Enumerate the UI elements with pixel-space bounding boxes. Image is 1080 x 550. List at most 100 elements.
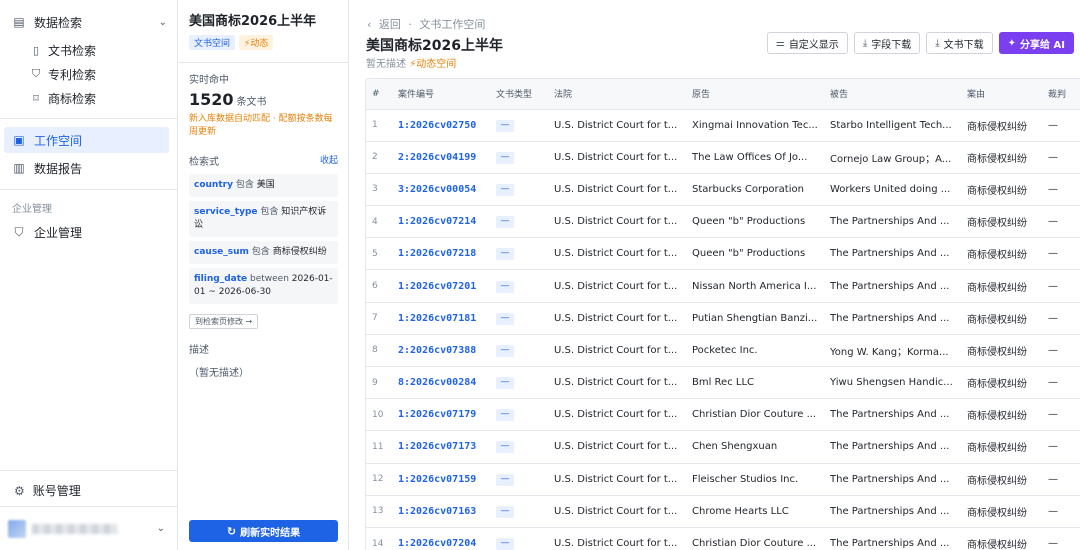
doc-type-badge: —	[496, 538, 514, 550]
row-index: 6	[366, 269, 392, 303]
column-header[interactable]: 裁判	[1042, 79, 1080, 110]
panel-tags: 文书空间 ⚡动态	[189, 35, 338, 50]
court-cell: U.S. District Court for t...	[548, 205, 686, 239]
row-index: 2	[366, 141, 392, 174]
field-download-button[interactable]: ⤓ 字段下载	[853, 32, 921, 54]
sidebar-item-doc-search[interactable]: ▯ 文书检索	[0, 38, 177, 62]
results-table-container[interactable]: # 案件编号 文书类型 法院 原告 被告 案由 裁判 1 1:2026cv0275…	[365, 78, 1080, 550]
case-number-link[interactable]: 1:2026cv07173	[392, 430, 490, 464]
doc-type-badge: —	[496, 216, 514, 229]
court-cell: U.S. District Court for t...	[548, 527, 686, 550]
results-table: # 案件编号 文书类型 法院 原告 被告 案由 裁判 1 1:2026cv0275…	[366, 79, 1080, 550]
sidebar-item-label: 文书检索	[48, 43, 97, 58]
table-row[interactable]: 8 2:2026cv07388 — U.S. District Court for t…	[366, 334, 1080, 368]
section-title-enterprise: 企业管理	[12, 204, 52, 215]
column-header[interactable]: 案由	[961, 79, 1042, 110]
cause-cell: 商标侵权纠纷	[961, 366, 1042, 400]
sidebar-item-workspace[interactable]: ▣ 工作空间	[4, 127, 169, 153]
sidebar-item-enterprise[interactable]: ⛉ 企业管理	[4, 219, 169, 245]
expression-op: between	[250, 274, 289, 284]
sidebar-item-patent-search[interactable]: ⛉ 专利检索	[0, 62, 177, 86]
case-number-link[interactable]: 1:2026cv07181	[392, 302, 490, 335]
column-header[interactable]: 原告	[686, 79, 824, 110]
case-number-link[interactable]: 2:2026cv07388	[392, 334, 490, 368]
case-number-link[interactable]: 1:2026cv07214	[392, 205, 490, 239]
table-row[interactable]: 9 8:2026cv00284 — U.S. District Court for t…	[366, 366, 1080, 400]
judge-cell: —	[1042, 237, 1080, 271]
case-number-link[interactable]: 8:2026cv00284	[392, 366, 490, 400]
row-index: 9	[366, 366, 392, 400]
case-number-link[interactable]: 1:2026cv07218	[392, 237, 490, 271]
hits-count-row: 1520 条文书	[189, 90, 338, 109]
doc-download-button[interactable]: ⤓ 文书下载	[926, 32, 993, 54]
modify-search-button[interactable]: 到检索页修改 →	[189, 314, 259, 329]
column-header[interactable]: 案件编号	[392, 79, 490, 110]
case-number-link[interactable]: 1:2026cv02750	[392, 109, 490, 142]
case-number-link[interactable]: 1:2026cv07159	[392, 463, 490, 496]
custom-display-button[interactable]: ⚌ 自定义显示	[766, 32, 848, 54]
judge-cell: —	[1042, 495, 1080, 528]
back-link[interactable]: 返回	[379, 18, 401, 31]
case-number-link[interactable]: 1:2026cv07201	[392, 269, 490, 303]
share-ai-button[interactable]: ✦ 分享给 AI	[998, 32, 1074, 54]
doc-type-cell: —	[490, 430, 548, 464]
divider	[0, 189, 177, 190]
description-label: 描述	[189, 345, 209, 356]
case-number-link[interactable]: 1:2026cv07163	[392, 495, 490, 528]
plaintiff-cell: Chen Shengxuan	[686, 430, 824, 464]
table-row[interactable]: 7 1:2026cv07181 — U.S. District Court for t…	[366, 302, 1080, 335]
chevron-left-icon[interactable]: ‹	[367, 18, 371, 31]
table-row[interactable]: 10 1:2026cv07179 — U.S. District Court for …	[366, 398, 1080, 432]
cause-cell: 商标侵权纠纷	[961, 237, 1042, 271]
judge-cell: —	[1042, 463, 1080, 496]
judge-cell: —	[1042, 334, 1080, 368]
sidebar-item-trademark-search[interactable]: ⌑ 商标检索	[0, 86, 177, 110]
divider	[178, 62, 348, 63]
column-header[interactable]: 法院	[548, 79, 686, 110]
column-header[interactable]: 文书类型	[490, 79, 548, 110]
defendant-cell: The Partnerships And ...	[824, 302, 961, 335]
doc-type-cell: —	[490, 463, 548, 496]
sidebar-item-reports[interactable]: ▥ 数据报告	[4, 155, 169, 181]
table-row[interactable]: 12 1:2026cv07159 — U.S. District Court for …	[366, 463, 1080, 496]
plaintiff-cell: Pocketec Inc.	[686, 334, 824, 368]
judge-cell: —	[1042, 269, 1080, 303]
chevron-down-icon: ⌄	[158, 16, 167, 28]
button-label: 文书下载	[943, 39, 984, 51]
expression-header: 检索式 收起	[189, 153, 338, 168]
defendant-cell: Workers United doing ...	[824, 173, 961, 207]
table-row[interactable]: 4 1:2026cv07214 — U.S. District Court for t…	[366, 205, 1080, 239]
user-menu[interactable]: ⌄	[0, 506, 177, 550]
doc-type-badge: —	[496, 441, 514, 454]
doc-type-badge: —	[496, 151, 514, 164]
sidebar-item-account[interactable]: ⚙ 账号管理	[0, 470, 177, 506]
table-row[interactable]: 14 1:2026cv07204 — U.S. District Court for …	[366, 527, 1080, 550]
judge-cell: —	[1042, 430, 1080, 464]
doc-type-badge: —	[496, 312, 514, 325]
document-stack-icon: ▤	[13, 15, 25, 29]
doc-type-badge: —	[496, 119, 514, 132]
collapse-link[interactable]: 收起	[320, 153, 338, 168]
row-index: 11	[366, 430, 392, 464]
table-row[interactable]: 6 1:2026cv07201 — U.S. District Court for t…	[366, 269, 1080, 303]
case-number-link[interactable]: 3:2026cv00054	[392, 173, 490, 207]
main-content: ‹ 返回 · 文书工作空间 美国商标2026上半年 暂无描述 ⚡动态空间 ⚌ 自…	[349, 0, 1080, 550]
table-row[interactable]: 11 1:2026cv07173 — U.S. District Court for …	[366, 430, 1080, 464]
plaintiff-cell: Queen "b" Productions	[686, 205, 824, 239]
table-row[interactable]: 3 3:2026cv00054 — U.S. District Court for t…	[366, 173, 1080, 207]
refresh-results-button[interactable]: ↻ 刷新实时结果	[189, 520, 338, 542]
doc-type-badge: —	[496, 248, 514, 261]
case-number-link[interactable]: 2:2026cv04199	[392, 141, 490, 174]
doc-type-cell: —	[490, 302, 548, 335]
chevron-down-icon: ⌄	[156, 523, 165, 534]
case-number-link[interactable]: 1:2026cv07179	[392, 398, 490, 432]
column-header[interactable]: 被告	[824, 79, 961, 110]
case-number-link[interactable]: 1:2026cv07204	[392, 527, 490, 550]
table-row[interactable]: 1 1:2026cv02750 — U.S. District Court for t…	[366, 109, 1080, 142]
nav-group-data-search[interactable]: ▤ 数据检索 ⌄	[0, 10, 177, 34]
table-row[interactable]: 5 1:2026cv07218 — U.S. District Court for t…	[366, 237, 1080, 271]
table-row[interactable]: 2 2:2026cv04199 — U.S. District Court for t…	[366, 141, 1080, 174]
table-row[interactable]: 13 1:2026cv07163 — U.S. District Court for …	[366, 495, 1080, 528]
plaintiff-cell: Starbucks Corporation	[686, 173, 824, 207]
defendant-cell: Yong W. Kang；Korma...	[824, 334, 961, 368]
